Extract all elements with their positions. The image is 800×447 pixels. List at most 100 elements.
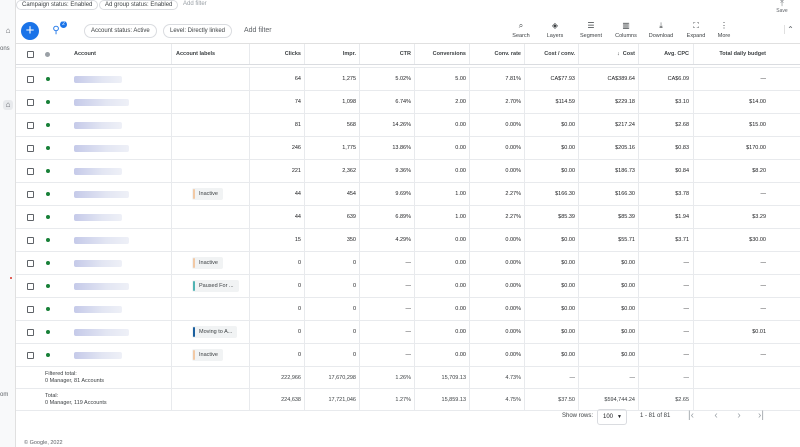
account-name-redacted[interactable]: [74, 114, 140, 136]
columns-button[interactable]: ▥ Columns: [612, 21, 640, 39]
table-row[interactable]: 64 1,275 5.02% 5.00 7.81% CA$77.93 CA$389.64 CA…: [16, 68, 800, 91]
cell-cost-conv: $0.00: [561, 352, 575, 358]
row-checkbox[interactable]: [27, 75, 34, 83]
cell-impr: 0: [352, 329, 356, 335]
header-cost[interactable]: ↓ Cost: [579, 44, 635, 64]
table-row[interactable]: Inactive 0 0 — 0.00 0.00% $0.00 $0.00 — —: [16, 252, 800, 275]
header-impr[interactable]: Impr.: [305, 44, 356, 64]
cell-budget: —: [760, 260, 767, 266]
row-checkbox[interactable]: [27, 144, 34, 152]
more-label: More: [717, 33, 731, 39]
table-row[interactable]: 0 0 — 0.00 0.00% $0.00 $0.00 — —: [16, 298, 800, 321]
add-button[interactable]: +: [21, 22, 39, 40]
table-row[interactable]: Paused For ... 0 0 — 0.00 0.00% $0.00 $0.00 — —: [16, 275, 800, 298]
account-name-redacted[interactable]: [74, 91, 140, 113]
prev-page-icon[interactable]: ‹: [709, 409, 723, 423]
cell-conv-rate: 0.00%: [505, 329, 521, 335]
search-button[interactable]: ⌕ Search: [507, 21, 535, 39]
add-filter-link-top[interactable]: Add filter: [178, 0, 212, 10]
enabled-status-icon: [46, 123, 50, 127]
table-row[interactable]: 74 1,098 6.74% 2.00 2.70% $114.59 $229.18 $3.10…: [16, 91, 800, 114]
rows-per-page-select[interactable]: 100 ▼: [597, 409, 627, 425]
account-name-redacted[interactable]: [74, 183, 140, 205]
header-conversions[interactable]: Conversions: [415, 44, 466, 64]
account-name-redacted[interactable]: [74, 275, 140, 297]
cell-clicks: 0: [297, 260, 301, 266]
home-icon[interactable]: ⌂: [3, 26, 13, 36]
row-checkbox[interactable]: [27, 236, 34, 244]
row-checkbox[interactable]: [27, 282, 34, 290]
account-name-redacted[interactable]: [74, 206, 140, 228]
cell-ctr: —: [405, 260, 412, 266]
filter-chip-account-status[interactable]: Account status: Active: [84, 24, 157, 38]
table-row[interactable]: Inactive 0 0 — 0.00 0.00% $0.00 $0.00 — —: [16, 344, 800, 367]
account-label-chip[interactable]: Paused For ...: [192, 280, 239, 292]
cell-conv: 0.00: [455, 352, 466, 358]
header-cost-conv[interactable]: Cost / conv.: [525, 44, 575, 64]
account-name-redacted[interactable]: [74, 68, 140, 90]
filter-chip-campaign-status[interactable]: Campaign status: Enabled: [16, 0, 99, 10]
row-checkbox[interactable]: [27, 121, 34, 129]
row-checkbox[interactable]: [27, 259, 34, 267]
more-button[interactable]: ⋮ More: [710, 21, 738, 39]
row-checkbox[interactable]: [27, 213, 34, 221]
chevron-up-icon[interactable]: ⌃: [784, 25, 796, 34]
account-name-redacted[interactable]: [74, 229, 140, 251]
save-button[interactable]: ⤒ Save: [772, 0, 792, 14]
header-account-labels[interactable]: Account labels: [176, 44, 256, 64]
filter-chip-level[interactable]: Level: Directly linked: [163, 24, 233, 38]
filter-icon[interactable]: ⚲ 2: [50, 21, 67, 37]
account-name-redacted[interactable]: [74, 321, 140, 343]
table-row[interactable]: 246 1,775 13.86% 0.00 0.00% $0.00 $205.16 $0.83…: [16, 137, 800, 160]
row-checkbox[interactable]: [27, 351, 34, 359]
row-checkbox[interactable]: [27, 305, 34, 313]
account-label-chip[interactable]: Inactive: [192, 257, 223, 269]
cell-clicks: 44: [294, 191, 301, 197]
row-checkbox[interactable]: [27, 98, 34, 106]
layers-label: Layers: [546, 33, 564, 39]
next-page-icon[interactable]: ›: [732, 409, 746, 423]
row-checkbox[interactable]: [27, 328, 34, 336]
download-button[interactable]: ⤓ Download: [647, 21, 675, 39]
account-name-redacted[interactable]: [74, 160, 140, 182]
expand-button[interactable]: ⛶ Expand: [682, 21, 710, 39]
cell-conv-rate: 2.27%: [505, 191, 521, 197]
table-row[interactable]: 15 350 4.29% 0.00 0.00% $0.00 $55.71 $3.71 $30.0…: [16, 229, 800, 252]
segment-button[interactable]: ☰ Segment: [577, 21, 605, 39]
table-row[interactable]: 81 568 14.26% 0.00 0.00% $0.00 $217.24 $2.68 $15…: [16, 114, 800, 137]
account-name-redacted[interactable]: [74, 298, 140, 320]
cell-ctr: —: [405, 306, 412, 312]
row-checkbox[interactable]: [27, 167, 34, 175]
first-page-icon[interactable]: |‹: [684, 409, 698, 423]
cell-budget: —: [760, 306, 767, 312]
cell-clicks: 0: [297, 283, 301, 289]
cell-budget: $3.29: [752, 214, 766, 220]
account-label-chip[interactable]: Inactive: [192, 188, 223, 200]
header-avg-cpc[interactable]: Avg. CPC: [639, 44, 689, 64]
account-label-chip[interactable]: Moving to A...: [192, 326, 238, 338]
add-filter-button[interactable]: Add filter: [244, 24, 272, 38]
account-name-redacted[interactable]: [74, 137, 140, 159]
table-row[interactable]: Inactive 44 454 9.69% 1.00 2.27% $166.30 $166.3…: [16, 183, 800, 206]
cell-conv: 0.00: [455, 283, 466, 289]
home-icon-selected[interactable]: ⌂: [3, 100, 13, 110]
header-ctr[interactable]: CTR: [360, 44, 411, 64]
account-name-redacted[interactable]: [74, 252, 140, 274]
header-account[interactable]: Account: [74, 44, 164, 64]
last-page-icon[interactable]: ›|: [754, 409, 768, 423]
filter-chip-ad-group-status[interactable]: Ad group status: Enabled: [99, 0, 179, 10]
header-total-daily-budget[interactable]: Total daily budget: [694, 44, 766, 64]
layers-button[interactable]: ◈ Layers: [541, 21, 569, 39]
select-all-checkbox[interactable]: [27, 50, 34, 58]
applied-filters: Campaign status: Enabled Ad group status…: [16, 0, 800, 14]
account-name-redacted[interactable]: [74, 344, 140, 366]
cell-budget: —: [760, 191, 767, 197]
table-row[interactable]: Moving to A... 0 0 — 0.00 0.00% $0.00 $0.00 — $0.…: [16, 321, 800, 344]
table-row[interactable]: 221 2,362 9.36% 0.00 0.00% $0.00 $186.73 $0.84 $…: [16, 160, 800, 183]
cell-avg-cpc: —: [683, 374, 690, 381]
table-row[interactable]: 44 639 6.89% 1.00 2.27% $85.39 $85.39 $1.94 $3.2…: [16, 206, 800, 229]
header-conv-rate[interactable]: Conv. rate: [470, 44, 522, 64]
row-checkbox[interactable]: [27, 190, 34, 198]
account-label-chip[interactable]: Inactive: [192, 349, 223, 361]
header-clicks[interactable]: Clicks: [250, 44, 301, 64]
